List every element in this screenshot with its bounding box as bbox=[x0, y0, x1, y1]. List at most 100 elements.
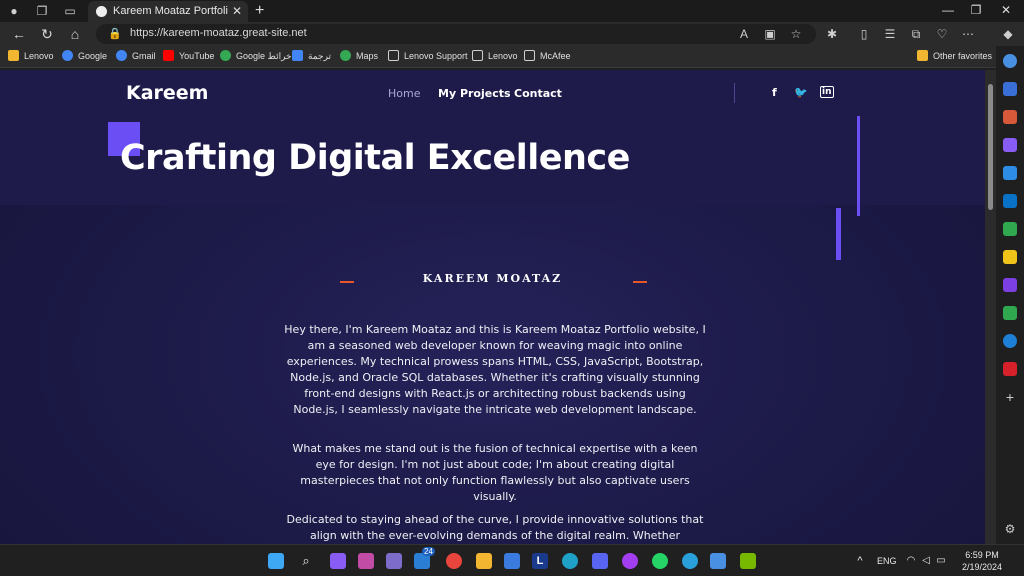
file-explorer-icon[interactable] bbox=[476, 553, 492, 569]
discover-icon[interactable] bbox=[1003, 82, 1017, 96]
copilot-icon[interactable]: ◆ bbox=[1000, 26, 1016, 42]
battery-icon[interactable]: ▭ bbox=[933, 553, 949, 569]
new-tab-button[interactable]: + bbox=[255, 2, 264, 20]
search-icon[interactable] bbox=[1003, 54, 1017, 68]
outlook-icon[interactable] bbox=[1003, 194, 1017, 208]
notification-badge: 24 bbox=[422, 547, 435, 556]
maps-icon bbox=[220, 50, 231, 61]
search-icon[interactable]: ⌕ bbox=[298, 553, 314, 569]
favorite-item[interactable]: ترجمة bbox=[292, 50, 331, 62]
web-page: Kareem Home My Projects Contact f 🐦 in C… bbox=[0, 70, 985, 544]
telegram-icon[interactable] bbox=[1003, 334, 1017, 348]
page-icon bbox=[472, 50, 483, 61]
extensions-icon[interactable]: ✱ bbox=[824, 26, 840, 42]
youtube-icon bbox=[163, 50, 174, 61]
tray-chevron-icon[interactable]: ^ bbox=[852, 553, 868, 569]
nav-divider bbox=[734, 83, 735, 103]
maps-icon bbox=[340, 50, 351, 61]
calculator-icon[interactable] bbox=[1003, 306, 1017, 320]
favorite-item[interactable]: Lenovo bbox=[472, 50, 518, 61]
favorite-item[interactable]: Gmail bbox=[116, 50, 156, 61]
favorite-item[interactable]: Google خرائط bbox=[220, 50, 292, 62]
nav-contact[interactable]: Contact bbox=[514, 87, 562, 100]
read-aloud-icon[interactable]: A bbox=[736, 26, 752, 42]
weather-icon[interactable]: 24 bbox=[414, 547, 435, 569]
app-icon[interactable] bbox=[386, 553, 402, 569]
collections-icon[interactable]: ⧉ bbox=[908, 26, 924, 42]
app-icon[interactable] bbox=[710, 553, 726, 569]
favorites-bar: Lenovo Google Gmail YouTube Google خرائط… bbox=[0, 46, 1024, 68]
google-icon bbox=[116, 50, 127, 61]
site-brand[interactable]: Kareem bbox=[126, 82, 209, 104]
split-screen-icon[interactable]: ▯ bbox=[856, 26, 872, 42]
app-available-icon[interactable]: ▣ bbox=[762, 26, 778, 42]
edge-icon[interactable] bbox=[562, 553, 578, 569]
tab-bar: ● ❐ ▭ Kareem Moataz Portfolio: Crafting … bbox=[0, 0, 1024, 22]
scrollbar-thumb[interactable] bbox=[988, 84, 993, 210]
language-indicator[interactable]: ENG bbox=[877, 556, 897, 566]
store-icon[interactable] bbox=[504, 553, 520, 569]
minimize-button[interactable]: — bbox=[938, 3, 958, 17]
refresh-button[interactable]: ↻ bbox=[38, 25, 56, 43]
drop-icon[interactable] bbox=[1003, 222, 1017, 236]
telegram-icon[interactable] bbox=[682, 553, 698, 569]
page-icon bbox=[388, 50, 399, 61]
add-icon[interactable]: + bbox=[1003, 390, 1017, 404]
favorite-item[interactable]: McAfee bbox=[524, 50, 571, 61]
discord-icon[interactable] bbox=[592, 553, 608, 569]
clock-time: 6:59 PM bbox=[965, 550, 999, 560]
chrome-icon[interactable] bbox=[446, 553, 462, 569]
browser-essentials-icon[interactable]: ♡ bbox=[934, 26, 950, 42]
decor-bar bbox=[836, 208, 841, 260]
favorite-item[interactable]: Lenovo bbox=[8, 50, 54, 61]
copilot-icon[interactable] bbox=[330, 553, 346, 569]
wifi-icon[interactable]: ◠ bbox=[903, 553, 919, 569]
image-creator-icon[interactable] bbox=[1003, 250, 1017, 264]
windows-taskbar: ⌕ 24 L ^ ENG ◠ ◁ ▭ 6:59 PM 2/19/2024 bbox=[0, 544, 1024, 576]
folder-icon bbox=[917, 50, 928, 61]
folder-icon bbox=[8, 50, 19, 61]
tools-icon[interactable] bbox=[1003, 110, 1017, 124]
twitter-icon[interactable]: 🐦 bbox=[794, 86, 808, 99]
profile-icon[interactable]: ● bbox=[6, 3, 22, 19]
clock[interactable]: 6:59 PM 2/19/2024 bbox=[952, 549, 1012, 573]
chat-icon[interactable] bbox=[1003, 278, 1017, 292]
workspaces-icon[interactable]: ❐ bbox=[34, 3, 50, 19]
favorite-item[interactable]: YouTube bbox=[163, 50, 214, 61]
netflix-icon[interactable] bbox=[1003, 362, 1017, 376]
url-text[interactable]: https://kareem-moataz.great-site.net bbox=[130, 27, 307, 39]
favorite-item[interactable]: Google bbox=[62, 50, 107, 61]
nav-home[interactable]: Home bbox=[388, 87, 420, 100]
nvidia-icon[interactable] bbox=[740, 553, 756, 569]
favorites-icon[interactable]: ☰ bbox=[882, 26, 898, 42]
tab-actions-icon[interactable]: ▭ bbox=[62, 3, 78, 19]
browser-tab[interactable]: Kareem Moataz Portfolio: Crafting ✕ bbox=[88, 1, 248, 22]
linkedin-icon[interactable]: in bbox=[820, 86, 834, 98]
back-button[interactable]: ← bbox=[10, 25, 28, 43]
nav-my-projects[interactable]: My Projects bbox=[438, 87, 511, 100]
m365-icon[interactable] bbox=[1003, 166, 1017, 180]
app-icon[interactable] bbox=[358, 553, 374, 569]
settings-icon[interactable]: ⚙ bbox=[1003, 522, 1017, 536]
favorite-star-icon[interactable]: ☆ bbox=[788, 26, 804, 42]
home-icon[interactable]: ⌂ bbox=[66, 25, 84, 43]
tab-close-icon[interactable]: ✕ bbox=[232, 4, 242, 18]
lenovo-app-icon[interactable]: L bbox=[532, 553, 548, 569]
games-icon[interactable] bbox=[1003, 138, 1017, 152]
lock-icon[interactable]: 🔒 bbox=[108, 27, 122, 40]
other-favorites[interactable]: Other favorites bbox=[917, 50, 992, 61]
more-menu-icon[interactable]: ⋯ bbox=[960, 26, 976, 42]
favorite-item[interactable]: Maps bbox=[340, 50, 378, 61]
restore-button[interactable]: ❐ bbox=[966, 3, 986, 17]
decor-bar bbox=[857, 116, 860, 216]
google-icon bbox=[62, 50, 73, 61]
close-window-button[interactable]: ✕ bbox=[996, 3, 1016, 17]
page-scrollbar[interactable] bbox=[985, 70, 996, 544]
start-icon[interactable] bbox=[268, 553, 284, 569]
volume-icon[interactable]: ◁ bbox=[918, 553, 934, 569]
messenger-icon[interactable] bbox=[622, 553, 638, 569]
whatsapp-icon[interactable] bbox=[652, 553, 668, 569]
facebook-icon[interactable]: f bbox=[772, 86, 777, 99]
favorite-item[interactable]: Lenovo Support bbox=[388, 50, 468, 61]
address-bar[interactable]: 🔒 https://kareem-moataz.great-site.net bbox=[96, 24, 816, 44]
